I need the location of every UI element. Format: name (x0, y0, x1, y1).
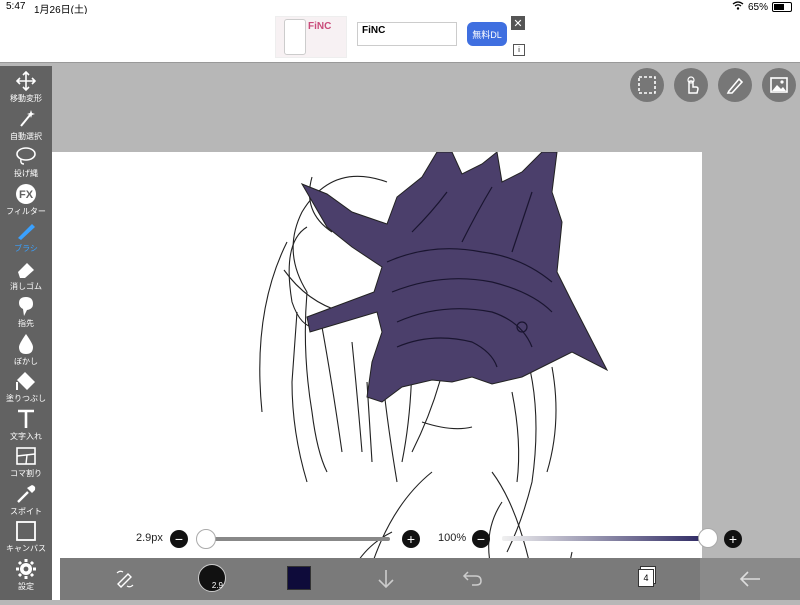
tool-sidebar: 移動変形自動選択投げ縄 FX フィルターブラシ消しゴム指先ぼかし塗りつぶし文字入れコ… (0, 66, 52, 600)
battery-percent: 65% (747, 1, 768, 13)
tool-eyedropper[interactable]: スポイト (0, 481, 52, 519)
text-icon (0, 408, 52, 430)
tool-label: キャンバス (6, 544, 46, 553)
brush-size-thumb[interactable] (195, 529, 216, 549)
tool-brush[interactable]: ブラシ (0, 218, 52, 256)
tool-label: フィルター (6, 206, 46, 216)
tool-gear[interactable]: 設定 (0, 556, 52, 594)
battery-fill (774, 4, 784, 10)
tool-label: 投げ縄 (14, 169, 38, 178)
ad-download-button[interactable]: 無料DL (467, 22, 507, 46)
ad-title: FiNC (357, 22, 457, 46)
brush-swap-button[interactable] (114, 568, 136, 595)
slider-row: 2.9px − + 100% − + (130, 528, 750, 550)
brush-size-increase-button[interactable]: + (402, 530, 420, 548)
finger-icon (0, 295, 52, 317)
transfer-down-button[interactable] (376, 568, 396, 595)
battery-icon (772, 2, 792, 12)
tool-label: 移動変形 (10, 94, 42, 103)
brush-size-slider[interactable] (195, 529, 390, 549)
blur-drop-icon (0, 333, 52, 355)
opacity-thumb[interactable] (698, 528, 718, 548)
tool-fill-bucket[interactable]: 塗りつぶし (0, 368, 52, 406)
layer-count: 4 (643, 573, 649, 583)
brush-size-button[interactable]: 2.9 (198, 564, 226, 592)
magic-wand-icon (0, 108, 52, 130)
selection-rect-icon (638, 76, 656, 94)
undo-icon (462, 571, 482, 586)
status-bar: 5:47 1月26日(土) 65% (0, 0, 800, 16)
hand-touch-icon (687, 76, 699, 94)
ad-phone-image: FiNC (275, 16, 347, 58)
bottom-bar: 2.9 4 (60, 558, 800, 600)
tool-label: 塗りつぶし (5, 394, 47, 403)
tool-label: 指先 (18, 319, 34, 328)
fill-bucket-icon (0, 370, 52, 392)
panel-split-icon (0, 445, 52, 467)
brush-swap-icon (116, 570, 134, 588)
tool-magic-wand[interactable]: 自動選択 (0, 106, 52, 144)
svg-text:FX: FX (19, 189, 34, 201)
tool-label: 消しゴム (10, 281, 42, 291)
eyedropper-icon (0, 483, 52, 505)
tool-blur-drop[interactable]: ぼかし (0, 331, 52, 369)
tool-lasso[interactable]: 投げ縄 (0, 143, 52, 181)
brush-size-label: 2.9px (136, 532, 163, 544)
status-time: 5:47 (6, 1, 26, 12)
tool-label: ぼかし (14, 356, 38, 366)
tool-label: 設定 (18, 581, 34, 591)
color-swatch-button[interactable] (287, 566, 311, 590)
opacity-label: 100% (438, 532, 467, 544)
ad-banner-bar: FiNC FiNC 無料DL ✕ i (0, 14, 800, 63)
ad-brand: FiNC (308, 21, 332, 32)
close-icon[interactable]: ✕ (511, 16, 525, 30)
tool-eraser[interactable]: 消しゴム (0, 256, 52, 294)
arrow-down-icon (378, 570, 394, 589)
tool-text[interactable]: 文字入れ (0, 406, 52, 444)
eraser-icon (0, 258, 52, 280)
tool-panel-split[interactable]: コマ割り (0, 443, 52, 481)
selection-button[interactable] (630, 68, 664, 102)
brush-size-value: 2.9 (211, 581, 223, 590)
tool-label: スポイト (10, 506, 42, 516)
status-right: 65% (732, 1, 792, 13)
fx-icon: FX (0, 183, 52, 205)
layers-button[interactable]: 4 (636, 566, 658, 588)
wifi-icon (732, 1, 744, 13)
brush-size-decrease-button[interactable]: − (170, 530, 188, 548)
tool-finger[interactable]: 指先 (0, 293, 52, 331)
layers-icon-back: 4 (638, 569, 654, 587)
brush-icon (0, 220, 52, 242)
pencil-icon (726, 77, 744, 94)
opacity-increase-button[interactable]: + (724, 530, 742, 548)
opacity-slider[interactable] (502, 528, 718, 548)
back-button[interactable] (700, 558, 800, 600)
image-icon (770, 77, 788, 93)
back-arrow-icon (739, 571, 760, 587)
undo-button[interactable] (462, 568, 484, 593)
tool-label: 文字入れ (10, 431, 42, 441)
opacity-decrease-button[interactable]: − (472, 530, 490, 548)
tool-canvas[interactable]: キャンバス (0, 518, 52, 556)
gear-icon (0, 558, 52, 580)
tool-move-arrows[interactable]: 移動変形 (0, 68, 52, 106)
ad-banner[interactable]: FiNC FiNC 無料DL ✕ i (275, 16, 527, 58)
tool-label: コマ割り (10, 469, 42, 478)
ad-phone-screen (284, 19, 306, 55)
lasso-icon (0, 145, 52, 167)
canvas-icon (0, 520, 52, 542)
move-arrows-icon (0, 70, 52, 92)
info-icon[interactable]: i (513, 44, 525, 56)
pencil-button[interactable] (718, 68, 752, 102)
tool-label: ブラシ (14, 244, 38, 253)
image-button[interactable] (762, 68, 796, 102)
tool-label: 自動選択 (10, 131, 42, 141)
hand-button[interactable] (674, 68, 708, 102)
tool-fx[interactable]: FX フィルター (0, 181, 52, 219)
